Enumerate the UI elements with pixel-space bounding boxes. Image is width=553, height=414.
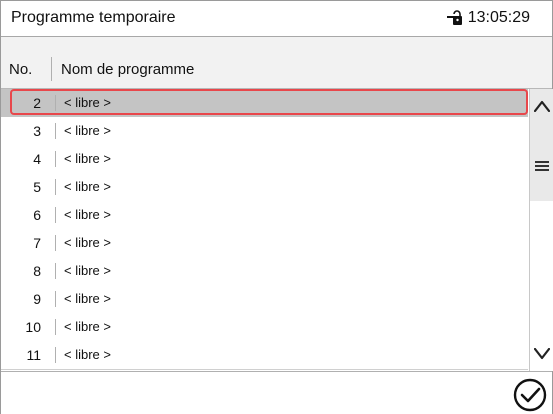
row-number: 2	[33, 95, 41, 111]
title-bar: Programme temporaire 13:05:29	[1, 1, 552, 37]
table-row[interactable]: 10 < libre >	[1, 313, 528, 342]
row-number: 10	[25, 319, 41, 335]
row-program-name: < libre >	[64, 347, 111, 362]
table-row[interactable]: 2 < libre >	[1, 89, 528, 118]
checkmark-circle-icon[interactable]	[512, 377, 548, 413]
screen-frame: Programme temporaire 13:05:29 No. Nom de…	[0, 0, 553, 414]
footer-bar	[1, 371, 552, 414]
program-list: 2 < libre > 3 < libre > 4 < libre > 5 < …	[1, 89, 528, 371]
chevron-up-icon	[533, 100, 550, 112]
lock-icon	[446, 10, 462, 25]
row-number: 7	[33, 235, 41, 251]
chevron-down-icon	[533, 348, 550, 360]
table-row[interactable]: 7 < libre >	[1, 229, 528, 258]
table-row[interactable]: 6 < libre >	[1, 201, 528, 230]
row-divider	[55, 347, 56, 363]
table-row[interactable]: 4 < libre >	[1, 145, 528, 174]
row-divider	[55, 207, 56, 223]
row-number: 11	[26, 347, 41, 363]
row-divider	[55, 179, 56, 195]
row-number: 8	[33, 263, 41, 279]
row-program-name: < libre >	[64, 263, 111, 278]
row-program-name: < libre >	[64, 319, 111, 334]
row-divider	[55, 123, 56, 139]
row-divider	[55, 235, 56, 251]
table-row[interactable]: 8 < libre >	[1, 257, 528, 286]
column-header-name: Nom de programme	[61, 61, 195, 78]
row-number: 9	[33, 291, 41, 307]
status-clock: 13:05:29	[446, 9, 530, 27]
row-divider	[55, 263, 56, 279]
row-divider	[55, 319, 56, 335]
row-program-name: < libre >	[64, 123, 111, 138]
row-program-name: < libre >	[64, 95, 111, 110]
row-program-name: < libre >	[64, 235, 111, 250]
row-number: 4	[33, 151, 41, 167]
scroll-menu-button[interactable]	[530, 155, 553, 177]
table-row[interactable]: 11 < libre >	[1, 341, 528, 370]
table-row[interactable]: 3 < libre >	[1, 117, 528, 146]
row-divider	[55, 151, 56, 167]
column-divider	[51, 57, 52, 81]
row-program-name: < libre >	[64, 179, 111, 194]
row-number: 5	[33, 179, 41, 195]
row-program-name: < libre >	[64, 207, 111, 222]
page-title: Programme temporaire	[11, 9, 176, 26]
row-program-name: < libre >	[64, 291, 111, 306]
row-divider	[55, 95, 56, 111]
column-header: No. Nom de programme	[1, 37, 552, 89]
row-number: 3	[33, 123, 41, 139]
column-header-no: No.	[9, 61, 33, 78]
row-number: 6	[33, 207, 41, 223]
clock-time: 13:05:29	[467, 9, 530, 26]
table-row[interactable]: 9 < libre >	[1, 285, 528, 314]
row-program-name: < libre >	[64, 151, 111, 166]
table-row[interactable]: 5 < libre >	[1, 173, 528, 202]
scroll-down-button[interactable]	[530, 339, 553, 369]
scrollbar[interactable]	[529, 89, 553, 371]
menu-icon	[534, 161, 549, 171]
row-divider	[55, 291, 56, 307]
scroll-up-button[interactable]	[530, 91, 553, 121]
